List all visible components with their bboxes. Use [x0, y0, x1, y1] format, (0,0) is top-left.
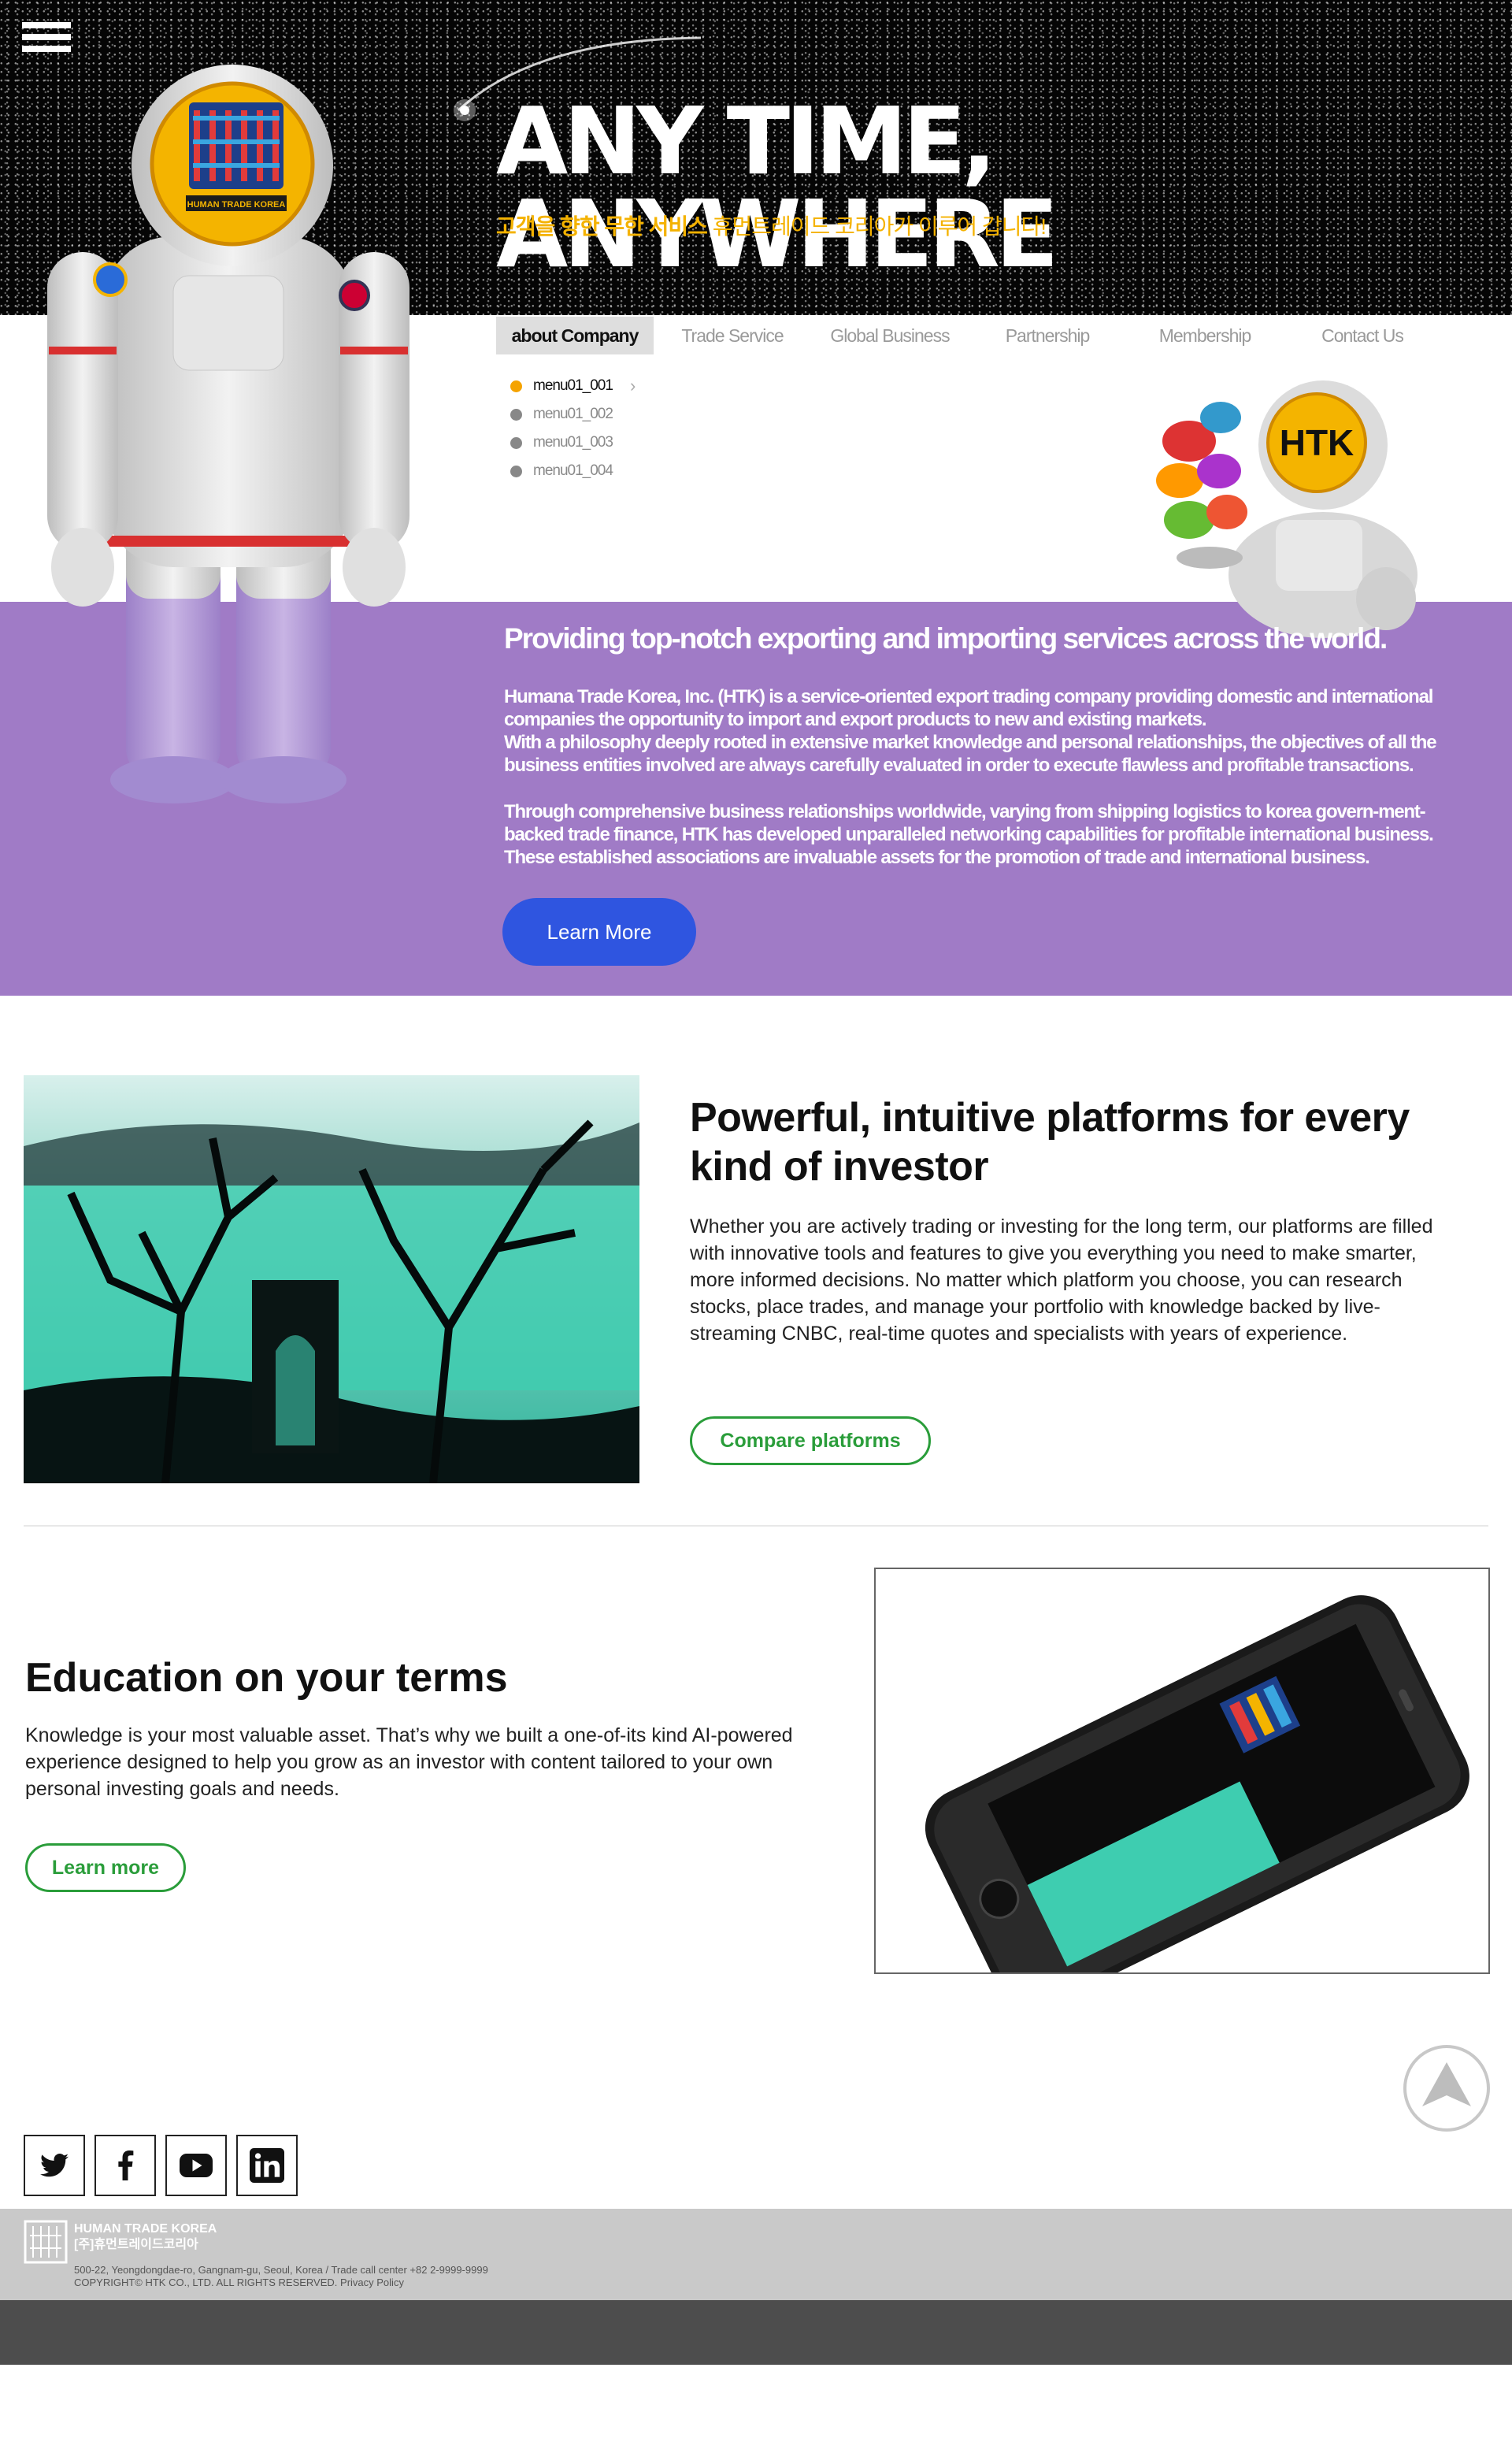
bullet-icon: [510, 408, 522, 421]
linkedin-icon: [250, 2148, 284, 2183]
platforms-title: Powerful, intuitive platforms for every …: [690, 1095, 1410, 1189]
footer-brand: HUMAN TRADE KOREA [주]휴먼트레이드코리아: [74, 2221, 217, 2253]
bullet-icon: [510, 380, 522, 392]
about-paragraph-3: Through comprehensive business relations…: [504, 801, 1434, 868]
nav-global-business[interactable]: Global Business: [811, 317, 969, 354]
facebook-icon: [118, 2150, 134, 2180]
scroll-to-top-button[interactable]: [1403, 2045, 1490, 2132]
arrow-up-icon: [1422, 2062, 1471, 2106]
compare-platforms-button[interactable]: Compare platforms: [690, 1416, 931, 1465]
nav-contact-us[interactable]: Contact Us: [1284, 317, 1441, 354]
section-divider: [24, 1525, 1488, 1527]
footer-brand-en: HUMAN TRADE KOREA: [74, 2222, 217, 2236]
astronaut-image: HUMAN TRADE KOREA: [47, 65, 410, 803]
twitter-link[interactable]: [24, 2135, 85, 2196]
facebook-link[interactable]: [94, 2135, 156, 2196]
about-heading: Providing top-notch exporting and import…: [504, 622, 1388, 655]
footer-info: 500-22, Yeongdongdae-ro, Gangnam-gu, Seo…: [74, 2264, 488, 2289]
linkedin-link[interactable]: [236, 2135, 298, 2196]
submenu-item-1[interactable]: menu01_001 ›: [510, 372, 636, 400]
youtube-icon: [180, 2154, 213, 2177]
about-paragraph-2: With a philosophy deeply rooted in exten…: [504, 732, 1437, 776]
bullet-icon: [510, 465, 522, 477]
nav-membership[interactable]: Membership: [1126, 317, 1284, 354]
footer-bottom-bar: [0, 2300, 1512, 2365]
mascot-logo-text: HTK: [1280, 422, 1354, 463]
main-nav: about Company Trade Service Global Busin…: [496, 317, 1441, 354]
nav-trade-service[interactable]: Trade Service: [654, 317, 811, 354]
social-links: [24, 2135, 298, 2196]
privacy-policy-link[interactable]: Privacy Policy: [340, 2277, 404, 2288]
education-description: Knowledge is your most valuable asset. T…: [25, 1724, 793, 1800]
education-title: Education on your terms: [25, 1655, 508, 1701]
youtube-link[interactable]: [165, 2135, 227, 2196]
submenu-label: menu01_003: [533, 434, 613, 451]
footer-logo-icon: [24, 2220, 68, 2264]
helmet-logo-text: HUMAN TRADE KOREA: [187, 200, 286, 210]
about-paragraph-1: Humana Trade Korea, Inc. (HTK) is a serv…: [504, 686, 1433, 730]
education-learn-more-button[interactable]: Learn more: [25, 1843, 186, 1892]
submenu-label: menu01_001: [533, 377, 613, 394]
nav-about-company[interactable]: about Company: [496, 317, 654, 354]
footer-brand-kr: [주]휴먼트레이드코리아: [74, 2238, 198, 2251]
nav-partnership[interactable]: Partnership: [969, 317, 1126, 354]
hero-subtitle: 고객을 향한 무한 서비스 휴먼트레이드 코리아가 이루어 갑니다!: [496, 210, 1047, 241]
hero-title: ANY TIME, ANYWHERE: [496, 87, 1059, 288]
footer-copyright-line: COPYRIGHT© HTK CO., LTD. ALL RIGHTS RESE…: [74, 2277, 488, 2289]
hero-subtitle-rest: 휴먼트레이드 코리아가 이루어 갑니다!: [706, 214, 1047, 239]
footer: HUMAN TRADE KOREA [주]휴먼트레이드코리아 500-22, Y…: [0, 2209, 1512, 2300]
submenu-label: menu01_004: [533, 462, 613, 479]
submenu: menu01_001 › menu01_002 menu01_003 menu0…: [510, 372, 636, 485]
menu-icon[interactable]: [22, 22, 71, 58]
twitter-icon: [40, 2154, 69, 2177]
footer-address: 500-22, Yeongdongdae-ro, Gangnam-gu, Seo…: [74, 2264, 488, 2276]
submenu-item-3[interactable]: menu01_003: [510, 429, 635, 457]
submenu-label: menu01_002: [533, 406, 613, 422]
platforms-description: Whether you are actively trading or inve…: [690, 1215, 1433, 1345]
bullet-icon: [510, 436, 522, 449]
phone-mockup-image: [874, 1568, 1490, 1974]
submenu-item-2[interactable]: menu01_002: [510, 400, 635, 429]
submenu-item-4[interactable]: menu01_004: [510, 457, 635, 485]
footer-copyright: COPYRIGHT© HTK CO., LTD. ALL RIGHTS RESE…: [74, 2277, 338, 2288]
learn-more-button[interactable]: Learn More: [502, 898, 696, 966]
htk-mascot-image: HTK: [1156, 380, 1418, 638]
chevron-right-icon: ›: [629, 376, 636, 395]
lake-trees-image: [24, 1075, 639, 1483]
hero-subtitle-bold: 고객을 향한 무한 서비스: [496, 214, 708, 239]
